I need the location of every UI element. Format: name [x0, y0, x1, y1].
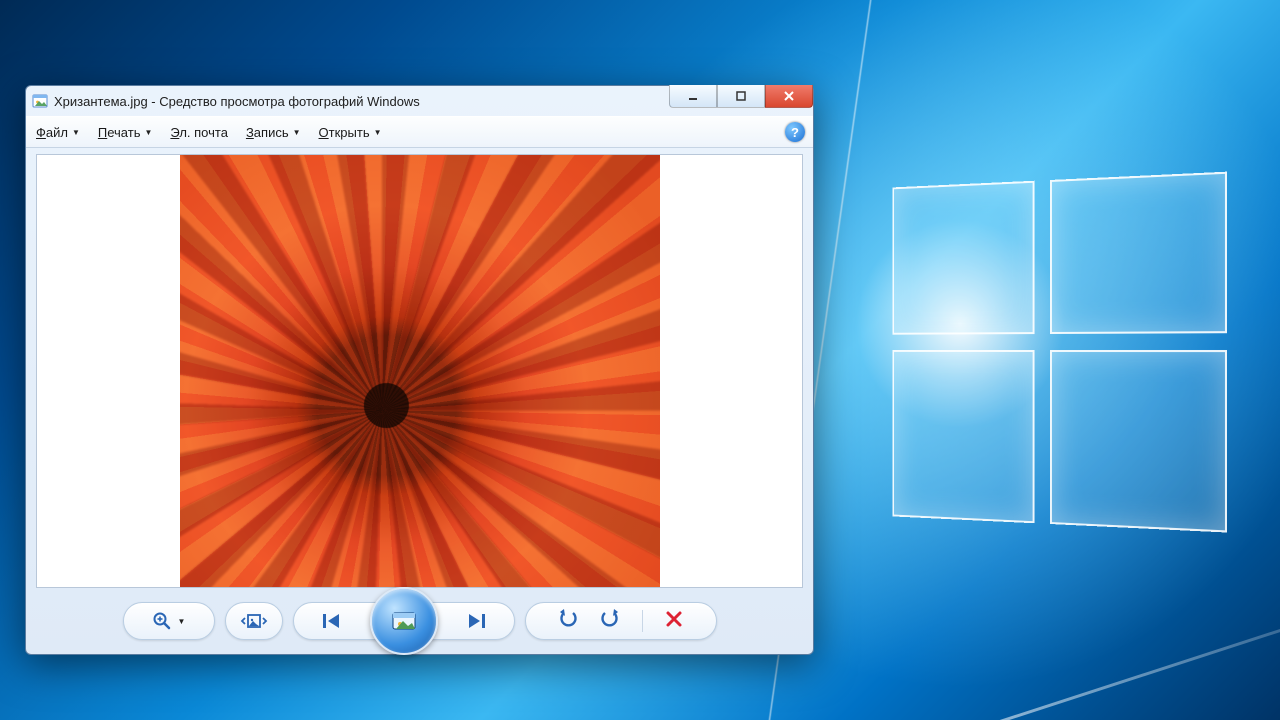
- desktop-wallpaper: Хризантема.jpg - Средство просмотра фото…: [0, 0, 1280, 720]
- rotate-left-icon: [558, 609, 578, 629]
- rotate-right-icon: [600, 609, 620, 629]
- fit-window-button[interactable]: [225, 602, 283, 640]
- magnifier-plus-icon: [152, 611, 172, 631]
- close-button[interactable]: [765, 85, 813, 108]
- delete-button[interactable]: [665, 610, 683, 633]
- menu-print[interactable]: Печать▼: [98, 125, 153, 140]
- photo-viewer-window: Хризантема.jpg - Средство просмотра фото…: [25, 85, 814, 655]
- menu-file-label: Файл: [36, 125, 68, 140]
- displayed-image: [180, 155, 660, 587]
- image-viewport[interactable]: [36, 154, 803, 588]
- menu-open[interactable]: Открыть▼: [319, 125, 382, 140]
- menu-open-label: Открыть: [319, 125, 370, 140]
- viewport-padding-right: [660, 155, 803, 587]
- menu-burn-label: Запись: [246, 125, 289, 140]
- menu-email[interactable]: Эл. почта: [170, 125, 228, 140]
- next-button[interactable]: [438, 612, 514, 630]
- windows-logo: [892, 172, 1223, 528]
- menu-print-label: Печать: [98, 125, 141, 140]
- maximize-button[interactable]: [717, 85, 765, 108]
- fit-to-window-icon: [242, 612, 266, 630]
- next-icon: [465, 612, 487, 630]
- previous-icon: [321, 612, 343, 630]
- viewport-padding-left: [37, 155, 180, 587]
- navigation-group: [293, 602, 515, 640]
- menubar: Файл▼ Печать▼ Эл. почта Запись▼ Открыть▼…: [26, 116, 813, 148]
- previous-button[interactable]: [294, 612, 370, 630]
- separator: [642, 610, 643, 632]
- control-bar: ▼: [26, 588, 813, 654]
- menu-email-label: Эл. почта: [170, 125, 228, 140]
- slideshow-button[interactable]: [370, 587, 438, 655]
- menu-file[interactable]: Файл▼: [36, 125, 80, 140]
- menu-burn[interactable]: Запись▼: [246, 125, 301, 140]
- zoom-button[interactable]: ▼: [123, 602, 215, 640]
- slideshow-icon: [389, 608, 419, 634]
- window-title: Хризантема.jpg - Средство просмотра фото…: [54, 94, 420, 109]
- minimize-button[interactable]: [669, 85, 717, 108]
- titlebar[interactable]: Хризантема.jpg - Средство просмотра фото…: [26, 86, 813, 116]
- delete-icon: [665, 610, 683, 628]
- help-button[interactable]: ?: [785, 122, 805, 142]
- app-icon: [32, 93, 48, 109]
- chevron-down-icon: ▼: [178, 617, 186, 626]
- window-controls: [669, 85, 813, 108]
- rotate-ccw-button[interactable]: [558, 609, 578, 634]
- extra-controls: [525, 602, 717, 640]
- rotate-cw-button[interactable]: [600, 609, 620, 634]
